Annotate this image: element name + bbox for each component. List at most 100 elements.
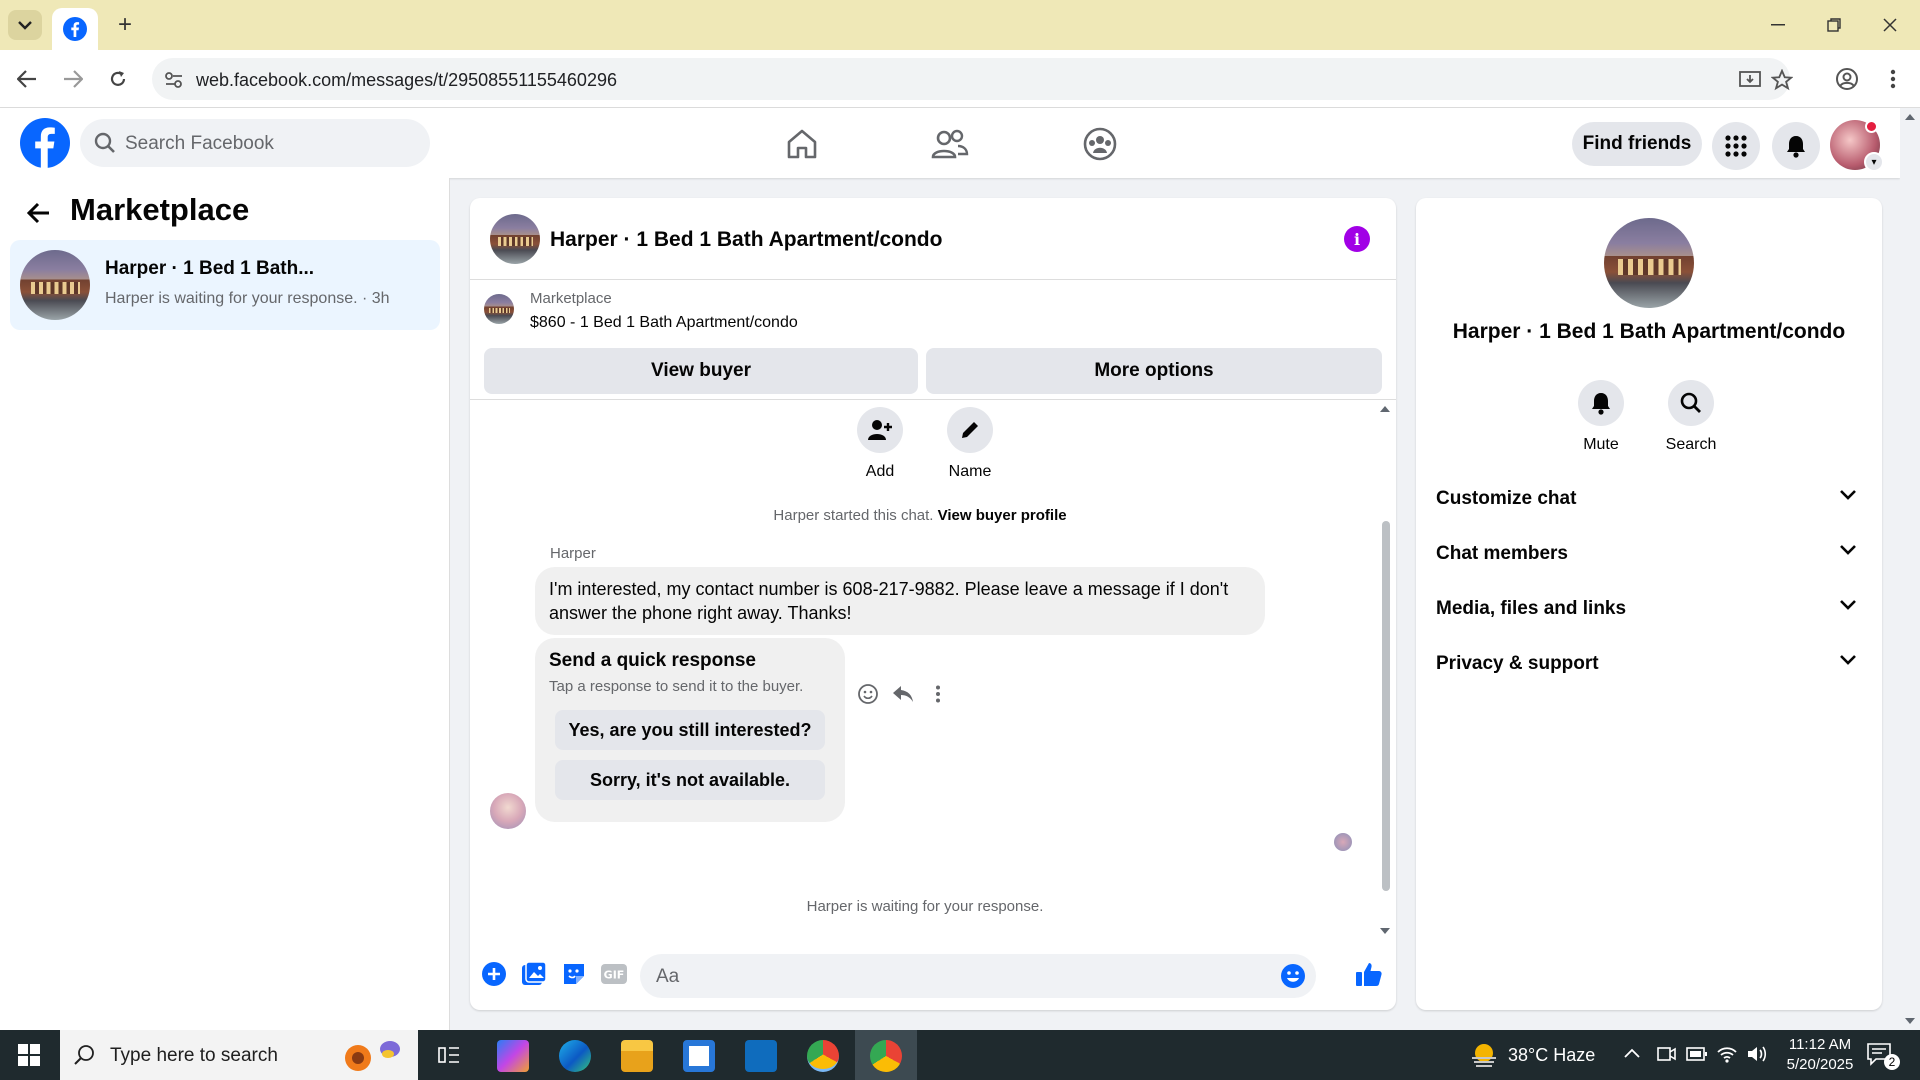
site-info-icon[interactable] xyxy=(162,68,186,92)
edge-taskbar-icon[interactable] xyxy=(559,1040,591,1072)
chat-avatar[interactable] xyxy=(490,214,540,264)
reload-button[interactable] xyxy=(103,64,133,94)
scroll-up-icon xyxy=(1380,406,1390,412)
page-scrollbar[interactable] xyxy=(1900,108,1920,1030)
chat-title[interactable]: Harper · 1 Bed 1 Bath Apartment/condo xyxy=(550,228,942,252)
add-people-button[interactable]: Add xyxy=(850,407,910,481)
info-panel-title: Harper · 1 Bed 1 Bath Apartment/condo xyxy=(1452,320,1846,343)
search-in-conversation-button[interactable]: Search xyxy=(1651,380,1731,454)
chat-scrollbar[interactable] xyxy=(1378,401,1392,941)
notification-center-button[interactable]: 2 xyxy=(1866,1042,1900,1070)
quick-response-card: Send a quick response Tap a response to … xyxy=(535,638,845,822)
windows-icon xyxy=(18,1044,40,1066)
section-title: Chat members xyxy=(1436,543,1568,564)
browser-tab-facebook[interactable] xyxy=(52,8,98,50)
info-icon[interactable]: i xyxy=(1344,226,1370,252)
chrome-taskbar-icon[interactable] xyxy=(807,1040,839,1072)
install-app-button[interactable] xyxy=(1738,68,1762,92)
new-tab-button[interactable]: + xyxy=(112,11,138,38)
minimize-button[interactable] xyxy=(1758,10,1798,40)
restore-button[interactable] xyxy=(1814,10,1854,40)
facebook-search-input[interactable]: Search Facebook xyxy=(80,119,430,167)
reply-button[interactable] xyxy=(890,681,916,707)
sidebar-title: Marketplace xyxy=(70,192,250,227)
reload-icon xyxy=(110,71,126,86)
edit-name-button[interactable]: Name xyxy=(940,407,1000,481)
close-window-button[interactable] xyxy=(1870,10,1910,40)
tab-search-button[interactable] xyxy=(8,10,42,40)
view-buyer-profile-link[interactable]: View buyer profile xyxy=(938,507,1067,524)
find-friends-button[interactable]: Find friends xyxy=(1572,122,1702,166)
facebook-logo[interactable] xyxy=(20,118,70,168)
meet-now-icon[interactable] xyxy=(1656,1044,1676,1066)
chat-panel: Harper · 1 Bed 1 Bath Apartment/condo i … xyxy=(470,198,1396,1010)
react-button[interactable] xyxy=(855,681,881,707)
menu-button[interactable] xyxy=(1712,122,1760,170)
message-placeholder: Aa xyxy=(656,966,680,987)
attach-photo-button[interactable] xyxy=(519,959,549,989)
battery-icon[interactable] xyxy=(1686,1046,1708,1062)
message-thread: Add Name Harper started this chat. View … xyxy=(470,401,1396,941)
conversation-item[interactable]: Harper · 1 Bed 1 Bath... Harper is waiti… xyxy=(10,240,440,330)
task-view-button[interactable] xyxy=(437,1043,461,1072)
browser-toolbar: web.facebook.com/messages/t/295085511554… xyxy=(0,50,1920,108)
search-icon xyxy=(94,132,115,153)
section-customize-chat[interactable]: Customize chat xyxy=(1436,480,1866,520)
forward-button[interactable] xyxy=(58,64,88,94)
start-button[interactable] xyxy=(18,1044,40,1071)
view-buyer-button[interactable]: View buyer xyxy=(484,348,918,394)
store-taskbar-icon[interactable] xyxy=(683,1040,715,1072)
chrome-profile-taskbar-icon[interactable] xyxy=(870,1040,902,1072)
mute-button[interactable]: Mute xyxy=(1561,380,1641,454)
chevron-down-icon xyxy=(1840,490,1856,500)
chevron-down-icon xyxy=(1840,545,1856,555)
like-button[interactable] xyxy=(1354,959,1384,989)
more-actions-button[interactable] xyxy=(925,681,951,707)
sender-avatar[interactable] xyxy=(490,793,526,829)
system-clock[interactable]: 11:12 AM 5/20/2025 xyxy=(1770,1035,1870,1075)
section-media-files-links[interactable]: Media, files and links xyxy=(1436,590,1866,630)
svg-text:GIF: GIF xyxy=(604,969,625,982)
sticker-button[interactable] xyxy=(559,959,589,989)
listing-title[interactable]: $860 - 1 Bed 1 Bath Apartment/condo xyxy=(530,314,798,332)
scrollbar-thumb[interactable] xyxy=(1382,521,1390,891)
friends-icon xyxy=(931,129,969,159)
gif-button[interactable]: GIF xyxy=(599,959,629,989)
notification-count-badge: 2 xyxy=(1884,1054,1900,1070)
volume-icon[interactable] xyxy=(1746,1044,1768,1064)
nav-groups[interactable] xyxy=(1078,122,1122,166)
copilot-taskbar-icon[interactable] xyxy=(497,1040,529,1072)
section-privacy-support[interactable]: Privacy & support xyxy=(1436,645,1866,685)
nav-friends[interactable] xyxy=(928,122,972,166)
browser-menu-button[interactable] xyxy=(1878,64,1908,94)
listing-thumbnail xyxy=(484,294,514,324)
message-input[interactable]: Aa xyxy=(640,954,1316,998)
emoji-icon[interactable] xyxy=(1280,963,1306,989)
quick-response-option[interactable]: Sorry, it's not available. xyxy=(555,760,825,800)
weather-text[interactable]: 38°C Haze xyxy=(1508,1045,1595,1066)
file-explorer-taskbar-icon[interactable] xyxy=(621,1040,653,1072)
chrome-active-taskbar-slot[interactable] xyxy=(855,1030,917,1080)
bookmark-button[interactable] xyxy=(1770,68,1794,92)
tune-icon xyxy=(165,72,182,88)
name-label: Name xyxy=(948,463,992,480)
wifi-icon[interactable] xyxy=(1716,1044,1738,1064)
more-actions-plus-button[interactable] xyxy=(479,959,509,989)
message-bubble[interactable]: I'm interested, my contact number is 608… xyxy=(535,567,1265,635)
started-text: Harper started this chat. xyxy=(773,507,934,524)
outlook-taskbar-icon[interactable] xyxy=(745,1040,777,1072)
taskbar-search[interactable]: Type here to search xyxy=(60,1030,418,1080)
notifications-button[interactable] xyxy=(1772,122,1820,170)
nav-home[interactable] xyxy=(780,122,824,166)
quick-response-option[interactable]: Yes, are you still interested? xyxy=(555,710,825,750)
account-avatar[interactable]: ▾ xyxy=(1830,120,1884,172)
back-button[interactable] xyxy=(12,64,42,94)
chevron-up-icon[interactable] xyxy=(1624,1048,1640,1058)
more-options-button[interactable]: More options xyxy=(926,348,1382,394)
url-text[interactable]: web.facebook.com/messages/t/295085511554… xyxy=(196,70,617,91)
profile-button[interactable] xyxy=(1832,64,1862,94)
back-button[interactable] xyxy=(24,198,54,228)
address-bar[interactable]: web.facebook.com/messages/t/295085511554… xyxy=(152,58,1793,100)
smiley-icon xyxy=(858,684,878,704)
section-chat-members[interactable]: Chat members xyxy=(1436,535,1866,575)
